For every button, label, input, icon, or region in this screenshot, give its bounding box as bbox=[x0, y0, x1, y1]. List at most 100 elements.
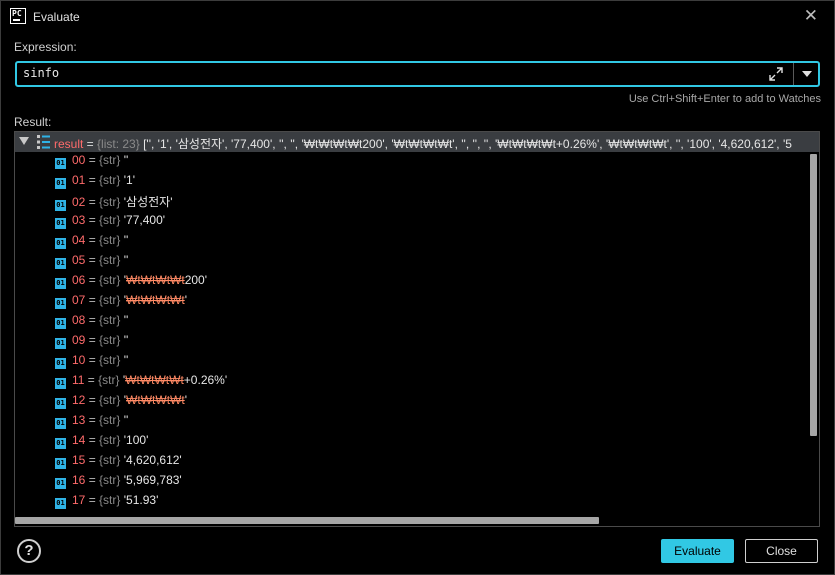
item-index: 14 bbox=[72, 433, 86, 447]
item-type: {str} bbox=[99, 313, 121, 327]
list-item[interactable]: 01 11 = {str} '₩t₩t₩t₩t+0.26%' bbox=[55, 373, 227, 393]
item-index: 13 bbox=[72, 413, 86, 427]
list-item[interactable]: 01 15 = {str} '4,620,612' bbox=[55, 453, 182, 473]
item-value: '' bbox=[123, 353, 129, 367]
result-type: {list: 23} bbox=[97, 137, 140, 151]
list-item[interactable]: 01 07 = {str} '₩t₩t₩t₩t' bbox=[55, 293, 187, 313]
pycharm-app-icon: PC bbox=[10, 8, 26, 24]
string-value-icon: 01 bbox=[55, 438, 66, 449]
list-icon bbox=[37, 135, 50, 149]
app-icon-text: PC bbox=[12, 9, 22, 18]
list-item[interactable]: 01 05 = {str} '' bbox=[55, 253, 128, 273]
item-value: '삼성전자' bbox=[123, 195, 173, 209]
item-value: '' bbox=[123, 413, 129, 427]
item-value: '51.93' bbox=[123, 493, 159, 507]
help-button[interactable]: ? bbox=[17, 539, 41, 563]
list-item[interactable]: 01 03 = {str} '77,400' bbox=[55, 213, 165, 233]
list-item[interactable]: 01 02 = {str} '삼성전자' bbox=[55, 193, 173, 213]
close-button[interactable]: Close bbox=[745, 539, 818, 563]
item-index: 12 bbox=[72, 393, 86, 407]
item-index: 05 bbox=[72, 253, 86, 267]
expression-field[interactable]: sinfo bbox=[15, 61, 820, 87]
item-type: {str} bbox=[99, 493, 121, 507]
item-type: {str} bbox=[99, 453, 121, 467]
list-item[interactable]: 01 12 = {str} '₩t₩t₩t₩t' bbox=[55, 393, 187, 413]
string-value-icon: 01 bbox=[55, 258, 66, 269]
expand-icon[interactable] bbox=[768, 66, 784, 82]
item-type: {str} bbox=[99, 333, 121, 347]
item-type: {str} bbox=[99, 393, 121, 407]
string-value-icon: 01 bbox=[55, 458, 66, 469]
list-item[interactable]: 01 06 = {str} '₩t₩t₩t₩t200' bbox=[55, 273, 207, 293]
item-value: '77,400' bbox=[123, 213, 166, 227]
string-value-icon: 01 bbox=[55, 158, 66, 169]
evaluate-button[interactable]: Evaluate bbox=[661, 539, 734, 563]
result-tree[interactable]: result = {list: 23} ['', '1', '삼성전자', '7… bbox=[14, 131, 820, 527]
string-value-icon: 01 bbox=[55, 200, 66, 211]
list-item[interactable]: 01 08 = {str} '' bbox=[55, 313, 128, 333]
string-value-icon: 01 bbox=[55, 478, 66, 489]
item-index: 11 bbox=[72, 373, 85, 387]
title-bar: PC Evaluate ✕ bbox=[0, 0, 835, 32]
string-value-icon: 01 bbox=[55, 298, 66, 309]
history-dropdown-icon[interactable] bbox=[802, 71, 812, 77]
item-type: {str} bbox=[99, 353, 121, 367]
string-value-icon: 01 bbox=[55, 378, 66, 389]
item-value: '' bbox=[123, 253, 129, 267]
item-index: 16 bbox=[72, 473, 86, 487]
item-index: 02 bbox=[72, 195, 86, 209]
item-type: {str} bbox=[99, 153, 121, 167]
expression-input[interactable]: sinfo bbox=[23, 66, 59, 80]
collapse-triangle-icon[interactable] bbox=[19, 137, 29, 145]
string-value-icon: 01 bbox=[55, 418, 66, 429]
vertical-scrollbar[interactable] bbox=[810, 154, 817, 436]
item-value: '100' bbox=[123, 433, 149, 447]
list-item[interactable]: 01 13 = {str} '' bbox=[55, 413, 128, 433]
item-index: 15 bbox=[72, 453, 86, 467]
horizontal-scrollbar[interactable] bbox=[15, 517, 599, 524]
list-item[interactable]: 01 14 = {str} '100' bbox=[55, 433, 148, 453]
string-value-icon: 01 bbox=[55, 498, 66, 509]
item-type: {str} bbox=[99, 195, 121, 209]
item-type: {str} bbox=[99, 273, 121, 287]
item-index: 09 bbox=[72, 333, 86, 347]
item-type: {str} bbox=[99, 173, 121, 187]
expression-label: Expression: bbox=[14, 40, 77, 54]
item-index: 04 bbox=[72, 233, 86, 247]
item-value: '₩t₩t₩t₩t200' bbox=[123, 273, 207, 287]
item-index: 00 bbox=[72, 153, 86, 167]
item-type: {str} bbox=[99, 233, 121, 247]
list-item[interactable]: 01 10 = {str} '' bbox=[55, 353, 128, 373]
list-item[interactable]: 01 16 = {str} '5,969,783' bbox=[55, 473, 182, 493]
string-value-icon: 01 bbox=[55, 318, 66, 329]
result-name: result bbox=[54, 137, 84, 151]
window-title: Evaluate bbox=[33, 10, 80, 24]
item-type: {str} bbox=[99, 433, 121, 447]
item-index: 08 bbox=[72, 313, 86, 327]
list-item[interactable]: 01 00 = {str} '' bbox=[55, 153, 128, 173]
item-index: 17 bbox=[72, 493, 86, 507]
item-value: '1' bbox=[123, 173, 136, 187]
item-value: '5,969,783' bbox=[123, 473, 182, 487]
item-value: '₩t₩t₩t₩t' bbox=[123, 393, 187, 407]
list-item[interactable]: 01 17 = {str} '51.93' bbox=[55, 493, 158, 513]
item-index: 10 bbox=[72, 353, 86, 367]
item-value: '' bbox=[123, 153, 129, 167]
watches-hint: Use Ctrl+Shift+Enter to add to Watches bbox=[628, 93, 821, 105]
close-window-icon[interactable]: ✕ bbox=[804, 7, 818, 25]
item-value: '' bbox=[123, 333, 129, 347]
item-value: '' bbox=[123, 313, 129, 327]
list-item[interactable]: 01 04 = {str} '' bbox=[55, 233, 128, 253]
result-root-text: result = {list: 23} ['', '1', '삼성전자', '7… bbox=[54, 135, 792, 152]
item-index: 01 bbox=[72, 173, 86, 187]
item-value: '4,620,612' bbox=[123, 453, 182, 467]
string-value-icon: 01 bbox=[55, 278, 66, 289]
item-value: '₩t₩t₩t₩t' bbox=[123, 293, 187, 307]
result-root-row[interactable]: result = {list: 23} ['', '1', '삼성전자', '7… bbox=[15, 132, 819, 152]
item-index: 03 bbox=[72, 213, 86, 227]
item-index: 06 bbox=[72, 273, 86, 287]
string-value-icon: 01 bbox=[55, 398, 66, 409]
list-item[interactable]: 01 09 = {str} '' bbox=[55, 333, 128, 353]
item-type: {str} bbox=[98, 373, 120, 387]
list-item[interactable]: 01 01 = {str} '1' bbox=[55, 173, 135, 193]
